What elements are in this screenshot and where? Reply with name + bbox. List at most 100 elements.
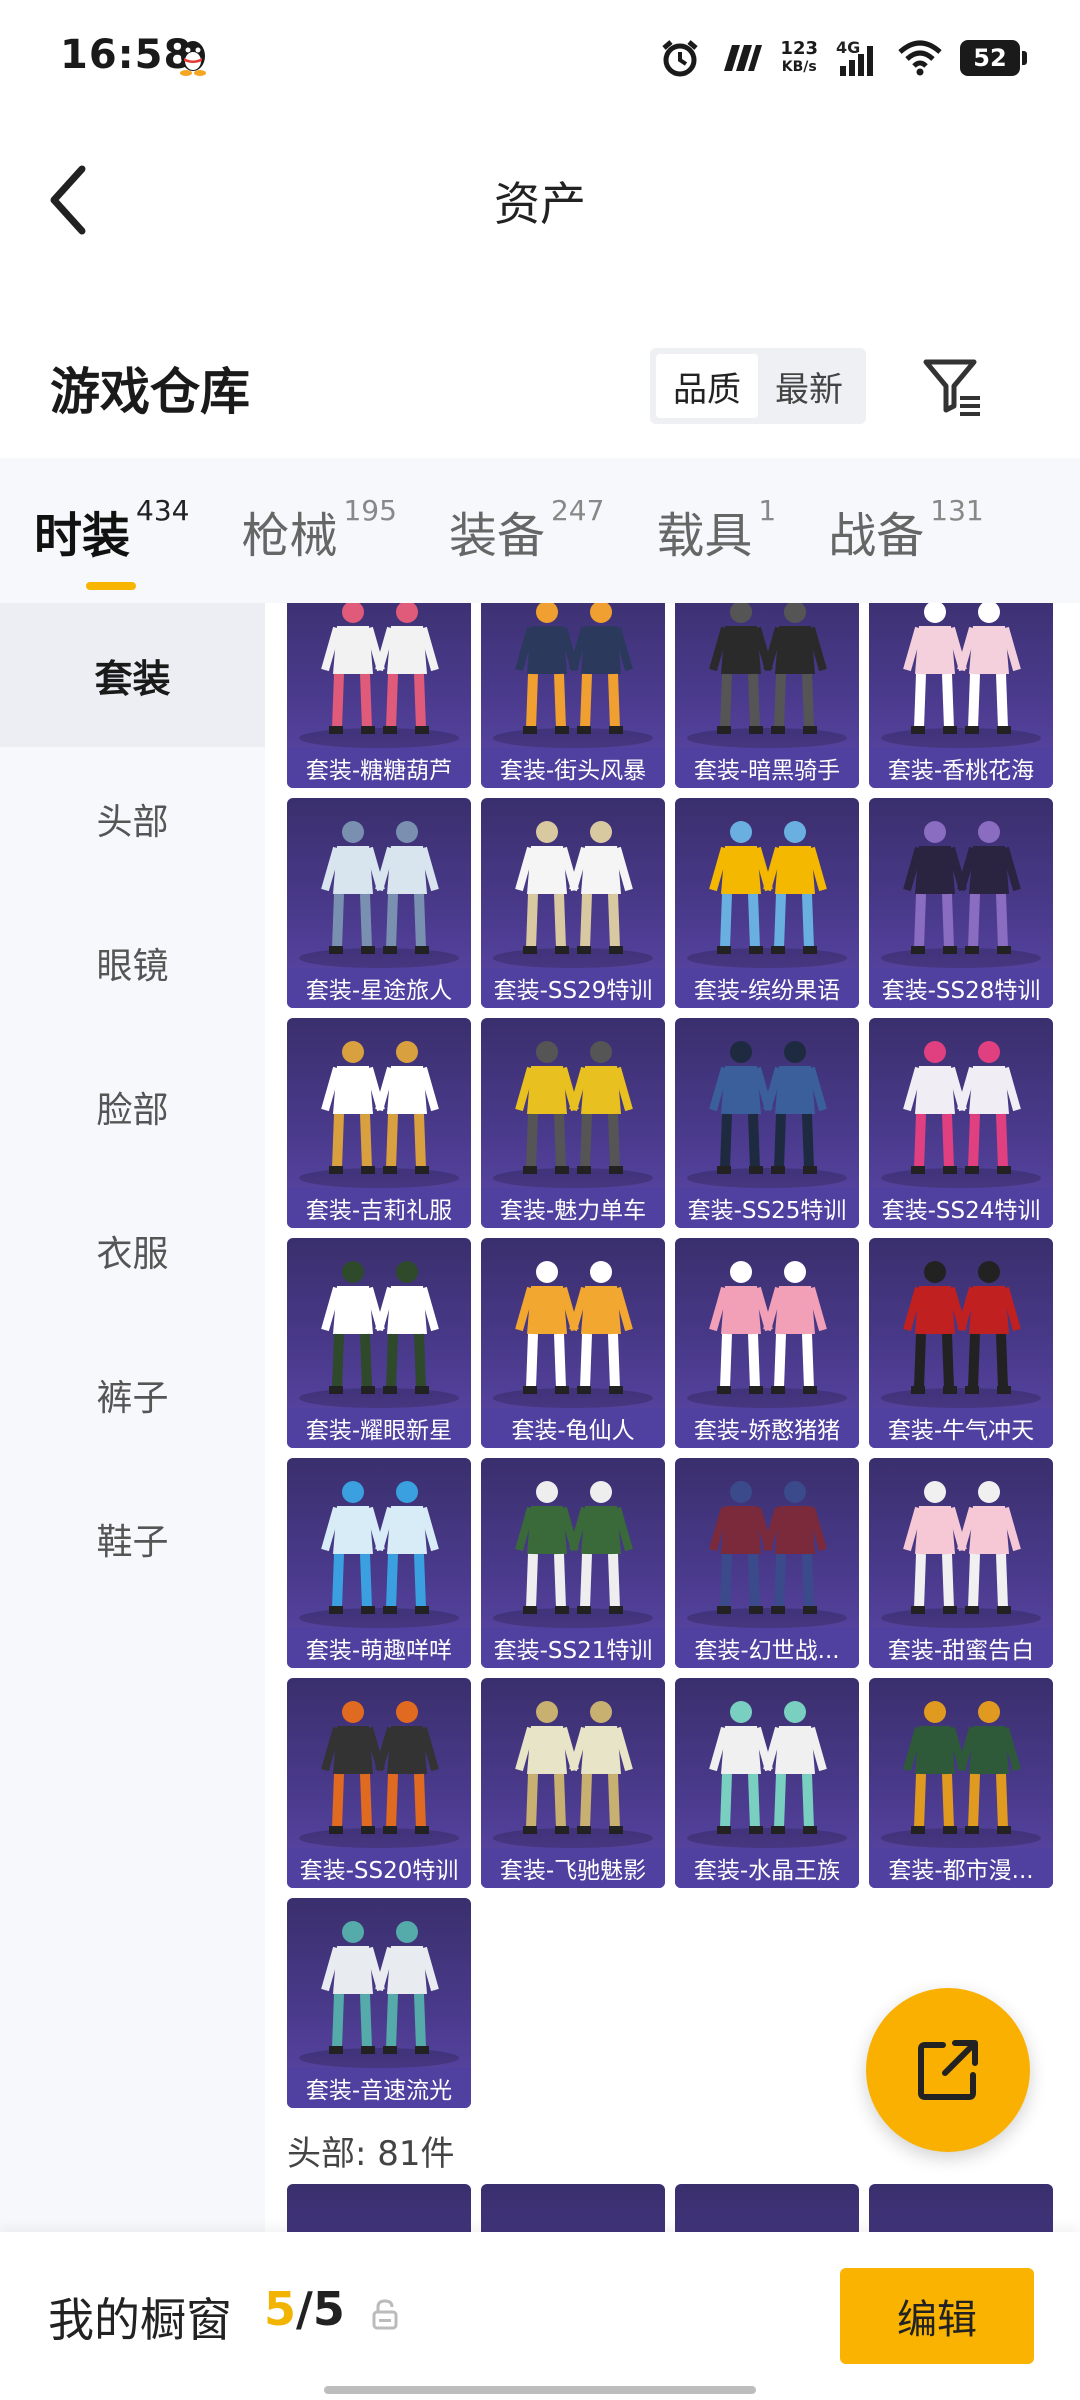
outfit-preview-image [881, 1041, 1041, 1188]
outfit-card[interactable]: 套装-SS20特训 [287, 1678, 471, 1888]
data-saver-icon [724, 45, 763, 71]
sidebar-item-outfits[interactable]: 套装 [0, 603, 265, 747]
outfit-card[interactable]: 套装-SS25特训 [675, 1018, 859, 1228]
outfit-card[interactable]: 套装-音速流光 [287, 1898, 471, 2108]
outfit-card[interactable]: 套装-幻世战... [675, 1458, 859, 1668]
showcase-count: 5/5 [264, 2282, 345, 2336]
head-item-card[interactable] [287, 2184, 471, 2233]
outfit-card[interactable]: 套装-星途旅人 [287, 798, 471, 1008]
outfit-card[interactable]: 套装-SS28特训 [869, 798, 1053, 1008]
tab-vehicles[interactable]: 载具 1 [656, 494, 776, 566]
outfit-name: 套装-娇憨猪猪 [675, 1408, 859, 1448]
tab-label: 装备 [448, 507, 545, 564]
subcategory-sidebar: 套装 头部 眼镜 脸部 衣服 裤子 鞋子 [0, 603, 265, 2233]
outfit-card[interactable]: 套装-街头风暴 [481, 603, 665, 788]
outfit-preview-image [493, 1701, 653, 1848]
sidebar-item-glasses[interactable]: 眼镜 [0, 891, 265, 1035]
outfit-card[interactable]: 套装-糖糖葫芦 [287, 603, 471, 788]
tab-count: 131 [930, 493, 984, 527]
head-item-card[interactable] [675, 2184, 859, 2233]
outfit-card[interactable]: 套装-暗黑骑手 [675, 603, 859, 788]
sidebar-item-head[interactable]: 头部 [0, 747, 265, 891]
outfit-card[interactable]: 套装-牛气冲天 [869, 1238, 1053, 1448]
outfit-name: 套装-缤纷果语 [675, 968, 859, 1008]
warehouse-header: 游戏仓库 品质 最新 [0, 330, 1080, 450]
status-bar: 16:58 123 KB/s 4G 52 [0, 0, 1080, 110]
outfit-preview-image [687, 603, 847, 748]
tab-firearms[interactable]: 枪械 195 [241, 493, 397, 566]
battery-indicator: 52 [960, 40, 1027, 76]
outfit-card[interactable]: 套装-缤纷果语 [675, 798, 859, 1008]
outfit-card[interactable]: 套装-SS29特训 [481, 798, 665, 1008]
outfit-name: 套装-甜蜜告白 [869, 1628, 1053, 1668]
sidebar-item-pants[interactable]: 裤子 [0, 1323, 265, 1467]
sort-quality-option[interactable]: 品质 [656, 354, 758, 418]
outfit-name: 套装-水晶王族 [675, 1848, 859, 1888]
sidebar-item-shoes[interactable]: 鞋子 [0, 1467, 265, 1611]
outfit-card[interactable]: 套装-萌趣咩咩 [287, 1458, 471, 1668]
outfit-preview-image [881, 1261, 1041, 1408]
outfit-preview-image [687, 821, 847, 968]
outfit-preview-image [299, 1921, 459, 2068]
outfit-preview-image [687, 1481, 847, 1628]
outfit-name: 套装-耀眼新星 [287, 1408, 471, 1448]
outfit-preview-image [687, 1261, 847, 1408]
outfit-preview-image [881, 603, 1041, 748]
tab-count: 247 [550, 493, 605, 527]
tab-label: 载具 [656, 507, 753, 564]
head-item-card[interactable] [481, 2184, 665, 2233]
outfit-card[interactable]: 套装-SS24特训 [869, 1018, 1053, 1228]
outfit-name: 套装-SS24特训 [869, 1188, 1053, 1228]
head-item-card[interactable] [869, 2184, 1053, 2233]
outfit-name: 套装-SS20特训 [287, 1848, 471, 1888]
tab-label: 枪械 [241, 507, 338, 564]
sidebar-item-face[interactable]: 脸部 [0, 1035, 265, 1179]
outfit-name: 套装-飞驰魅影 [481, 1848, 665, 1888]
tab-fashion[interactable]: 时装 434 [34, 494, 189, 590]
status-time: 16:58 [60, 32, 193, 78]
app-header: 资产 [0, 110, 1080, 285]
outfit-card[interactable]: 套装-飞驰魅影 [481, 1678, 665, 1888]
outfit-name: 套装-龟仙人 [481, 1408, 665, 1448]
outfit-card[interactable]: 套装-SS21特训 [481, 1458, 665, 1668]
outfit-card[interactable]: 套装-甜蜜告白 [869, 1458, 1053, 1668]
outfit-preview-image [493, 603, 653, 748]
outfit-preview-image [493, 821, 653, 968]
wifi-icon [898, 40, 942, 76]
outfit-name: 套装-暗黑骑手 [675, 748, 859, 788]
qq-icon [180, 41, 206, 76]
outfit-name: 套装-牛气冲天 [869, 1408, 1053, 1448]
outfit-card[interactable]: 套装-娇憨猪猪 [675, 1238, 859, 1448]
outfit-card[interactable]: 套装-吉莉礼服 [287, 1018, 471, 1228]
section-title: 游戏仓库 [50, 363, 250, 421]
outfit-name: 套装-SS25特训 [675, 1188, 859, 1228]
edit-button[interactable]: 编辑 [840, 2268, 1034, 2364]
outfit-card[interactable]: 套装-香桃花海 [869, 603, 1053, 788]
outfit-card[interactable]: 套装-水晶王族 [675, 1678, 859, 1888]
outfit-name: 套装-音速流光 [287, 2068, 471, 2108]
outfit-name: 套装-街头风暴 [481, 748, 665, 788]
tab-label: 战备 [828, 507, 925, 564]
outfit-preview-image [881, 1701, 1041, 1848]
share-external-icon [918, 2040, 978, 2100]
tab-equipment[interactable]: 装备 247 [448, 493, 605, 566]
outfit-preview-image [493, 1261, 653, 1408]
outfit-name: 套装-糖糖葫芦 [287, 748, 471, 788]
sort-toggle: 品质 最新 [650, 348, 866, 424]
outfit-card[interactable]: 套装-都市漫... [869, 1678, 1053, 1888]
tab-count: 195 [343, 493, 397, 527]
outfit-card[interactable]: 套装-魅力单车 [481, 1018, 665, 1228]
outfit-name: 套装-星途旅人 [287, 968, 471, 1008]
outfit-card[interactable]: 套装-耀眼新星 [287, 1238, 471, 1448]
outfit-preview-image [299, 1481, 459, 1628]
outfit-card[interactable]: 套装-龟仙人 [481, 1238, 665, 1448]
filter-icon[interactable] [920, 354, 984, 418]
share-button[interactable] [866, 1988, 1030, 2152]
sort-newest-option[interactable]: 最新 [758, 354, 860, 418]
category-tabs: 时装 434 枪械 195 装备 247 载具 1 战备 131 [0, 458, 1080, 603]
tab-combat-gear[interactable]: 战备 131 [828, 493, 984, 566]
outfit-name: 套装-吉莉礼服 [287, 1188, 471, 1228]
showcase-label: 我的橱窗 [48, 2293, 232, 2347]
signal-icon: 4G [836, 38, 880, 78]
sidebar-item-clothes[interactable]: 衣服 [0, 1179, 265, 1323]
